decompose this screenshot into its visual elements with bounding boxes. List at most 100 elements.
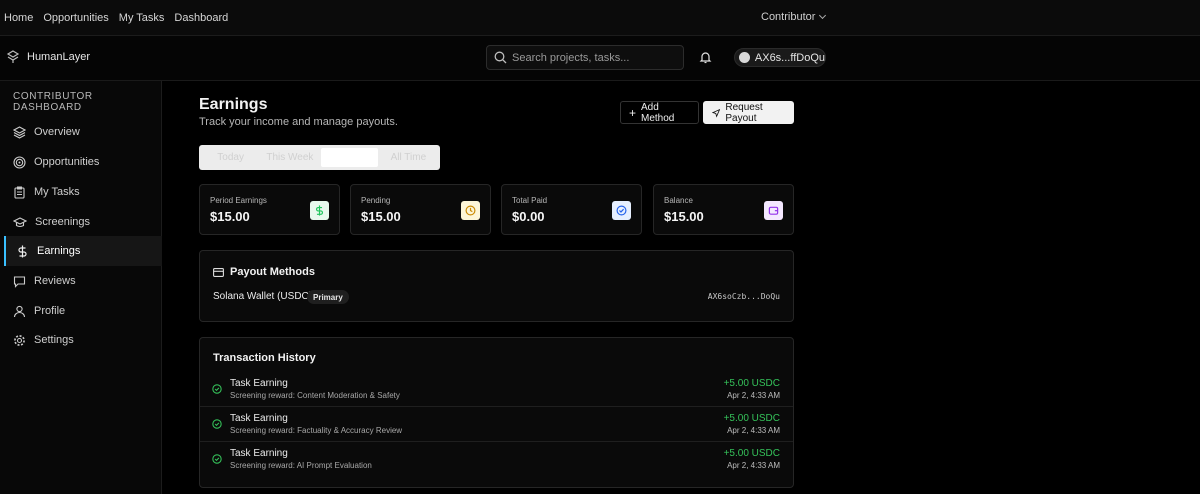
- transaction-amount: +5.00 USDC: [723, 378, 780, 389]
- nav-link-my-tasks[interactable]: My Tasks: [119, 12, 165, 24]
- target-icon: [13, 155, 26, 169]
- notifications-button[interactable]: [699, 51, 712, 69]
- clipboard-icon: [14, 186, 25, 199]
- sidebar-item-settings[interactable]: Settings: [4, 325, 162, 355]
- layers-icon: [13, 125, 26, 139]
- sidebar-item-opportunities[interactable]: Opportunities: [4, 147, 162, 177]
- transaction-date: Apr 2, 4:33 AM: [727, 426, 780, 435]
- stat-card-balance: Balance $15.00: [653, 184, 794, 235]
- sidebar-item-overview[interactable]: Overview: [4, 117, 162, 147]
- transaction-description: Screening reward: AI Prompt Evaluation: [230, 461, 372, 470]
- transaction-type: Task Earning: [230, 413, 288, 424]
- dollar-icon: [310, 201, 329, 220]
- top-nav-links: Home Opportunities My Tasks Dashboard: [4, 12, 228, 24]
- sidebar: CONTRIBUTOR DASHBOARD Overview Opportuni…: [0, 81, 162, 494]
- user-icon: [13, 305, 26, 317]
- transaction-row[interactable]: Task Earning Screening reward: Factualit…: [200, 406, 793, 441]
- stat-value: $15.00: [664, 209, 704, 224]
- check-circle-icon: [212, 384, 222, 394]
- transaction-type: Task Earning: [230, 378, 288, 389]
- brand-name: HumanLayer: [27, 51, 90, 63]
- wallet-address: AX6s...ffDoQu: [754, 51, 825, 64]
- sidebar-item-label: Reviews: [34, 275, 76, 287]
- credit-card-icon: [213, 267, 224, 277]
- tab-today[interactable]: Today: [202, 148, 259, 167]
- stat-label: Total Paid: [512, 196, 548, 205]
- send-icon: [712, 108, 721, 118]
- sidebar-item-screenings[interactable]: Screenings: [4, 207, 162, 237]
- sidebar-item-label: My Tasks: [34, 186, 80, 198]
- transaction-amount: +5.00 USDC: [723, 413, 780, 424]
- role-switcher[interactable]: Contributor: [761, 11, 827, 23]
- search-icon: [494, 51, 507, 64]
- request-payout-button[interactable]: Request Payout: [703, 101, 794, 124]
- stat-value: $15.00: [361, 209, 401, 224]
- sidebar-item-profile[interactable]: Profile: [4, 296, 162, 326]
- sidebar-item-label: Screenings: [35, 216, 91, 228]
- stat-value: $0.00: [512, 209, 545, 224]
- page-subtitle: Track your income and manage payouts.: [199, 116, 398, 128]
- transaction-amount: +5.00 USDC: [723, 448, 780, 459]
- search-box[interactable]: [486, 45, 684, 70]
- nav-link-dashboard[interactable]: Dashboard: [174, 12, 228, 24]
- wallet-button[interactable]: AX6s...ffDoQu: [734, 48, 826, 67]
- transaction-history-title: Transaction History: [213, 352, 316, 364]
- transaction-type: Task Earning: [230, 448, 288, 459]
- transaction-description: Screening reward: Content Moderation & S…: [230, 391, 400, 400]
- sidebar-item-label: Profile: [34, 305, 66, 317]
- main-content: Earnings Track your income and manage pa…: [162, 81, 1200, 494]
- transaction-date: Apr 2, 4:33 AM: [727, 391, 780, 400]
- request-payout-label: Request Payout: [725, 101, 763, 124]
- transaction-date: Apr 2, 4:33 AM: [727, 461, 780, 470]
- nav-link-home[interactable]: Home: [4, 12, 33, 24]
- transaction-description: Screening reward: Factuality & Accuracy …: [230, 426, 403, 435]
- add-method-button[interactable]: + Add Method: [620, 101, 699, 124]
- brand[interactable]: HumanLayer: [6, 50, 90, 64]
- tab-this-month[interactable]: This Month: [320, 148, 378, 167]
- stat-value: $15.00: [210, 209, 250, 224]
- check-circle-icon: [612, 201, 631, 220]
- plus-icon: +: [629, 105, 637, 120]
- avatar: [739, 52, 750, 63]
- tab-this-week[interactable]: This Week: [261, 148, 318, 167]
- message-icon: [13, 275, 26, 288]
- gear-icon: [14, 334, 25, 346]
- primary-badge: Primary: [307, 290, 349, 304]
- role-label: Contributor: [761, 11, 816, 23]
- sidebar-item-label: Settings: [34, 334, 74, 346]
- transaction-row[interactable]: Task Earning Screening reward: AI Prompt…: [200, 441, 793, 476]
- top-nav: Home Opportunities My Tasks Dashboard Co…: [0, 0, 1200, 36]
- sidebar-item-label: Opportunities: [34, 156, 100, 168]
- stat-label: Period Earnings: [210, 196, 267, 205]
- clock-icon: [461, 201, 480, 220]
- stat-card-total-paid: Total Paid $0.00: [501, 184, 642, 235]
- page-title: Earnings: [199, 96, 268, 113]
- payout-method-name: Solana Wallet (USDC): [213, 291, 313, 302]
- search-input[interactable]: [512, 51, 672, 64]
- wallet-icon: [764, 201, 783, 220]
- tab-all-time[interactable]: All Time: [380, 148, 437, 167]
- check-circle-icon: [212, 419, 222, 429]
- graduation-cap-icon: [13, 216, 27, 227]
- payout-method-address: AX6soCzb...DoQu: [707, 292, 780, 301]
- bell-icon: [699, 52, 712, 64]
- transaction-row[interactable]: Task Earning Screening reward: Content M…: [200, 372, 793, 407]
- payout-methods-title-text: Payout Methods: [230, 266, 315, 278]
- sidebar-item-my-tasks[interactable]: My Tasks: [4, 177, 162, 207]
- period-tabs: Today This Week This Month All Time: [199, 145, 440, 170]
- sidebar-item-label: Overview: [34, 126, 80, 138]
- sidebar-item-reviews[interactable]: Reviews: [4, 266, 162, 296]
- payout-methods-title: Payout Methods: [213, 266, 315, 278]
- check-circle-icon: [212, 454, 222, 464]
- sidebar-item-label: Earnings: [37, 245, 81, 257]
- sidebar-item-earnings[interactable]: Earnings: [4, 236, 162, 266]
- transaction-history-card: Transaction History Task Earning Screeni…: [199, 337, 794, 488]
- chevron-down-icon: [819, 11, 827, 20]
- payout-methods-card: Payout Methods Solana Wallet (USDC) Prim…: [199, 250, 794, 322]
- app-header: HumanLayer AX6s...ffDoQu: [0, 36, 1200, 81]
- dollar-icon: [18, 245, 27, 257]
- add-method-label: Add Method: [641, 101, 675, 124]
- stat-label: Pending: [361, 196, 391, 205]
- stat-card-period-earnings: Period Earnings $15.00: [199, 184, 340, 235]
- nav-link-opportunities[interactable]: Opportunities: [43, 12, 108, 24]
